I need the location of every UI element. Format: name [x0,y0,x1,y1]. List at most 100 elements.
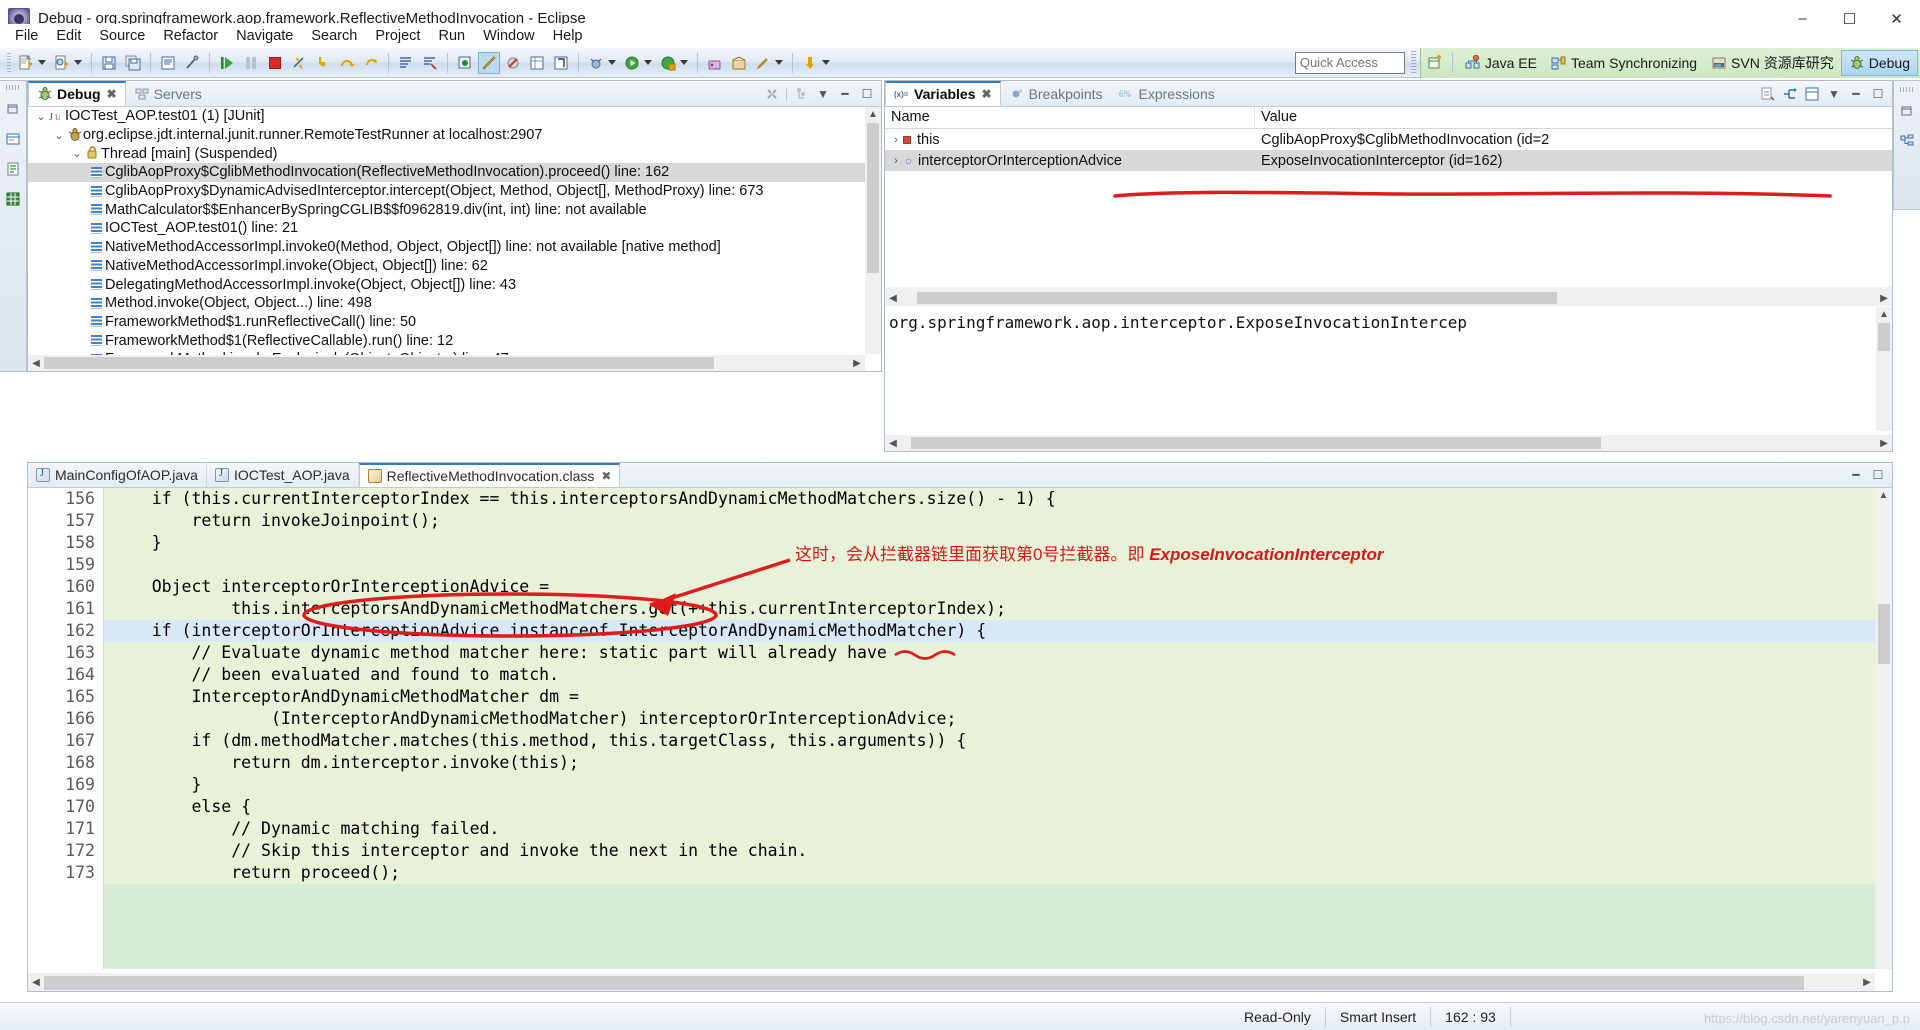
search-icon[interactable] [419,52,441,74]
download-dropdown-icon[interactable] [822,60,830,65]
menu-source[interactable]: Source [90,26,154,46]
perspective-svn-repository[interactable]: svn SVN 资源库研究 [1704,50,1841,76]
editor-vscroll-thumb[interactable] [1877,604,1890,664]
minimize-editor-icon[interactable]: ━ [1848,467,1864,483]
open-task-icon[interactable] [478,51,500,74]
tab-debug-close-icon[interactable]: ✖ [107,87,117,101]
variable-value-cell[interactable]: CglibAopProxy$CglibMethodInvocation (id=… [1255,132,1892,148]
new-wizard-dropdown-icon[interactable] [38,60,46,65]
code-line[interactable]: return proceed(); [104,862,1892,884]
code-line[interactable]: InterceptorAndDynamicMethodMatcher dm = [104,686,1892,708]
code-line[interactable]: // Skip this interceptor and invoke the … [104,840,1892,862]
variables-hscrollbar[interactable]: ◀ ▶ [885,290,1892,306]
print-icon[interactable] [157,52,179,74]
variable-value-cell[interactable]: ExposeInvocationInterceptor (id=162) [1255,153,1892,169]
scroll-up-icon[interactable]: ▲ [1876,307,1892,323]
suspend-icon[interactable] [240,52,262,74]
tree-node[interactable]: IOCTest_AOP.test01() line: 21 [28,219,881,238]
editor-vscrollbar[interactable]: ▲ [1875,488,1892,969]
scroll-up-icon[interactable]: ▲ [865,107,881,123]
variable-name-cell[interactable]: › this [885,132,1255,148]
paragraph-icon[interactable] [550,52,572,74]
code-line[interactable]: Object interceptorOrInterceptionAdvice = [104,576,1892,598]
step-into-icon[interactable] [312,52,334,74]
debug-launch-icon[interactable] [585,52,607,74]
minimize-variables-view-icon[interactable]: ━ [1848,86,1864,102]
debug-view-vscrollbar[interactable]: ▲ [865,107,881,354]
tab-debug[interactable]: Debug ✖ [28,81,126,106]
servers-view-icon[interactable] [3,189,23,209]
status-insert-mode[interactable]: Smart Insert [1326,1006,1430,1028]
menu-file[interactable]: File [6,26,47,46]
scroll-right-icon[interactable]: ▶ [1876,438,1892,449]
expand-chevron-icon[interactable]: ⌄ [52,129,66,142]
deploy-icon[interactable] [728,52,750,74]
save-all-icon[interactable] [122,52,144,74]
debug-hscroll-thumb[interactable] [44,357,714,369]
menu-edit[interactable]: Edit [47,26,90,46]
tab-breakpoints[interactable]: Breakpoints [1001,81,1111,106]
variables-hscroll-thumb[interactable] [917,292,1557,304]
editor-tab-close-icon[interactable]: ✖ [601,469,611,483]
step-return-icon[interactable] [360,52,382,74]
new-server-icon[interactable] [704,52,726,74]
menu-help[interactable]: Help [544,26,592,46]
open-type-icon[interactable] [395,52,417,74]
run-launch-dropdown-icon[interactable] [644,60,652,65]
menu-navigate[interactable]: Navigate [227,26,302,46]
column-header-value[interactable]: Value [1255,107,1892,128]
code-line[interactable]: // Evaluate dynamic method matcher here:… [104,642,1892,664]
scroll-right-icon[interactable]: ▶ [1859,977,1875,988]
restore-right-view-icon[interactable] [1897,101,1917,121]
toggle-markers-icon[interactable] [181,52,203,74]
code-line[interactable]: return invokeJoinpoint(); [104,510,1892,532]
tree-node[interactable]: FrameworkMethod$1(ReflectiveCallable).ru… [28,331,881,350]
tree-node[interactable]: FrameworkMethod$1.runReflectiveCall() li… [28,313,881,332]
tree-node[interactable]: CglibAopProxy$CglibMethodInvocation(Refl… [28,163,881,182]
code-line[interactable]: if (interceptorOrInterceptionAdvice inst… [104,620,1892,642]
variables-hscroll-track[interactable] [901,291,1876,305]
tree-node[interactable]: MathCalculator$$EnhancerBySpringCGLIB$$f… [28,200,881,219]
perspective-bar-grip[interactable] [1410,50,1416,75]
new-java-class-dropdown-icon[interactable] [74,60,82,65]
step-over-icon[interactable] [336,52,358,74]
tree-node[interactable]: Method.invoke(Object, Object...) line: 4… [28,294,881,313]
tree-node[interactable]: DelegatingMethodAccessorImpl.invoke(Obje… [28,275,881,294]
expand-chevron-icon[interactable]: ⌄ [70,147,84,160]
perspective-java-ee[interactable]: Java EE [1458,50,1544,76]
goto-icon[interactable] [454,52,476,74]
quick-access-input[interactable] [1294,51,1405,74]
debug-vscroll-thumb[interactable] [867,123,879,273]
console-view-icon[interactable] [3,129,23,149]
editor-hscrollbar[interactable]: ◀ ▶ [28,973,1875,991]
edit-icon[interactable] [752,52,774,74]
scroll-left-icon[interactable]: ◀ [885,293,901,304]
menu-refactor[interactable]: Refactor [154,26,227,46]
tree-node[interactable]: ⌄ org.eclipse.jdt.internal.junit.runner.… [28,126,881,145]
detail-hscroll-track[interactable] [901,436,1876,450]
debug-view-hscrollbar[interactable]: ◀ ▶ [28,355,865,371]
tree-node[interactable]: CglibAopProxy$DynamicAdvisedInterceptor.… [28,182,881,201]
tab-expressions[interactable]: 6% Expressions [1111,81,1223,106]
table-row[interactable]: › this CglibAopProxy$CglibMethodInvocati… [885,129,1892,150]
code-line[interactable]: this.interceptorsAndDynamicMethodMatcher… [104,598,1892,620]
layout-icon[interactable] [1804,86,1820,102]
terminate-icon[interactable] [264,52,286,74]
restore-view-icon[interactable] [3,99,23,119]
edit-dropdown-icon[interactable] [775,60,783,65]
minimize-view-icon[interactable]: ━ [837,86,853,102]
code-line[interactable]: return dm.interceptor.invoke(this); [104,752,1892,774]
debug-stack-tree[interactable]: ⌄ JU IOCTest_AOP.test01 (1) [JUnit] ⌄ or… [28,107,881,371]
variable-detail-pane[interactable]: org.springframework.aop.interceptor.Expo… [885,307,1876,431]
scroll-right-icon[interactable]: ▶ [849,358,865,369]
thread-filter-icon[interactable] [793,86,809,102]
editor-hscroll-thumb[interactable] [44,976,1804,990]
menu-search[interactable]: Search [302,26,366,46]
resume-icon[interactable] [216,52,238,74]
maximize-view-icon[interactable]: ☐ [859,86,875,102]
expand-chevron-icon[interactable]: ⌄ [34,110,48,123]
collapse-all-icon[interactable] [1760,86,1776,102]
scroll-left-icon[interactable]: ◀ [885,438,901,449]
tree-node[interactable]: NativeMethodAccessorImpl.invoke(Object, … [28,257,881,276]
code-line[interactable]: } [104,774,1892,796]
